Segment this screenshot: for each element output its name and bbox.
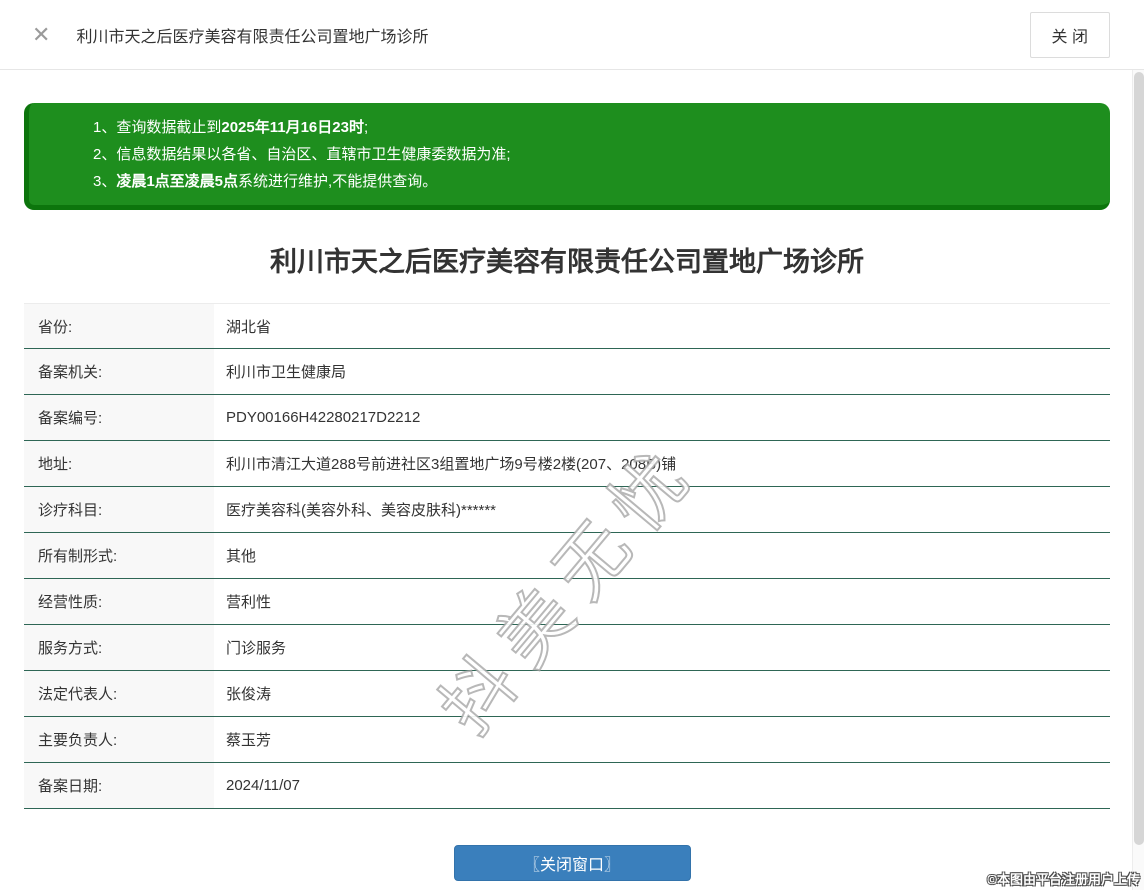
row-label: 地址: bbox=[24, 441, 214, 486]
row-label: 所有制形式: bbox=[24, 533, 214, 578]
row-label: 备案编号: bbox=[24, 395, 214, 440]
row-value: 利川市清江大道288号前进社区3组置地广场9号楼2楼(207、208B)铺 bbox=[226, 456, 677, 473]
table-row: 地址: 利川市清江大道288号前进社区3组置地广场9号楼2楼(207、208B)… bbox=[24, 441, 1110, 487]
row-label: 备案机关: bbox=[24, 349, 214, 394]
modal-title: 利川市天之后医疗美容有限责任公司置地广场诊所 bbox=[76, 28, 429, 46]
scrollbar-thumb[interactable] bbox=[1134, 72, 1144, 845]
close-window-button[interactable]: 〖关闭窗口〗 bbox=[453, 845, 691, 881]
close-icon[interactable]: ✕ bbox=[32, 23, 50, 46]
table-row: 备案日期: 2024/11/07 bbox=[24, 763, 1110, 809]
row-label: 经营性质: bbox=[24, 579, 214, 624]
table-row: 诊疗科目: 医疗美容科(美容外科、美容皮肤科)****** bbox=[24, 487, 1110, 533]
table-row: 备案机关: 利川市卫生健康局 bbox=[24, 349, 1110, 395]
notice-item: 3、凌晨1点至凌晨5点系统进行维护,不能提供查询。 bbox=[93, 168, 1100, 195]
row-label: 备案日期: bbox=[24, 763, 214, 808]
modal-header: ✕ 利川市天之后医疗美容有限责任公司置地广场诊所 关 闭 bbox=[0, 0, 1144, 70]
row-value: PDY00166H42280217D2212 bbox=[226, 409, 421, 426]
notice-item-text: 查询数据截止到 bbox=[116, 119, 222, 136]
row-value: 门诊服务 bbox=[226, 640, 287, 657]
row-label: 诊疗科目: bbox=[24, 487, 214, 532]
row-value: 湖北省 bbox=[226, 318, 272, 336]
footer-button-row: 〖关闭窗口〗 bbox=[0, 845, 1144, 881]
table-row: 经营性质: 营利性 bbox=[24, 579, 1110, 625]
table-row: 省份: 湖北省 bbox=[24, 303, 1110, 349]
row-value: 2024/11/07 bbox=[226, 777, 300, 794]
notice-item-text: ; bbox=[363, 119, 369, 136]
notice-item-bold-text: 2025年11月16日23时 bbox=[221, 119, 364, 136]
row-value: 张俊涛 bbox=[226, 686, 272, 703]
notice-item-text: 信息数据结果以各省、自治区、直辖市卫生健康委数据为准; bbox=[116, 146, 511, 163]
page-title: 利川市天之后医疗美容有限责任公司置地广场诊所 bbox=[270, 247, 864, 277]
modal-body: 1、查询数据截止到2025年11月16日23时; 2、信息数据结果以各省、自治区… bbox=[0, 103, 1144, 881]
row-value: 医疗美容科(美容外科、美容皮肤科)****** bbox=[226, 502, 497, 519]
image-copyright-watermark: ©本图由平台注册用户上传 bbox=[987, 872, 1140, 887]
row-value: 利川市卫生健康局 bbox=[226, 364, 347, 381]
table-row: 备案编号: PDY00166H42280217D2212 bbox=[24, 395, 1110, 441]
notice-item-bold-text: 凌晨1点至凌晨5点 bbox=[116, 173, 239, 190]
table-row: 主要负责人: 蔡玉芳 bbox=[24, 717, 1110, 763]
notice-item-number: 2、 bbox=[93, 146, 117, 163]
notice-item: 1、查询数据截止到2025年11月16日23时; bbox=[93, 114, 1100, 141]
row-value: 蔡玉芳 bbox=[226, 732, 272, 749]
row-label: 服务方式: bbox=[24, 625, 214, 670]
notice-item: 2、信息数据结果以各省、自治区、直辖市卫生健康委数据为准; bbox=[93, 141, 1100, 168]
table-row: 所有制形式: 其他 bbox=[24, 533, 1110, 579]
row-label: 主要负责人: bbox=[24, 717, 214, 762]
row-label: 法定代表人: bbox=[24, 671, 214, 716]
table-row: 服务方式: 门诊服务 bbox=[24, 625, 1110, 671]
row-label: 省份: bbox=[24, 304, 214, 348]
notice-box: 1、查询数据截止到2025年11月16日23时; 2、信息数据结果以各省、自治区… bbox=[24, 103, 1110, 210]
table-row: 法定代表人: 张俊涛 bbox=[24, 671, 1110, 717]
info-table: 省份: 湖北省 备案机关: 利川市卫生健康局 备案编号: PDY00166H42… bbox=[24, 303, 1110, 809]
notice-item-text: 系统进行维护,不能提供查询。 bbox=[238, 173, 438, 190]
vertical-scrollbar[interactable] bbox=[1132, 70, 1144, 890]
row-value: 其他 bbox=[226, 548, 257, 565]
close-button[interactable]: 关 闭 bbox=[1029, 11, 1110, 58]
row-value: 营利性 bbox=[226, 594, 272, 611]
notice-item-number: 3、 bbox=[93, 173, 117, 190]
notice-item-number: 1、 bbox=[93, 119, 117, 136]
